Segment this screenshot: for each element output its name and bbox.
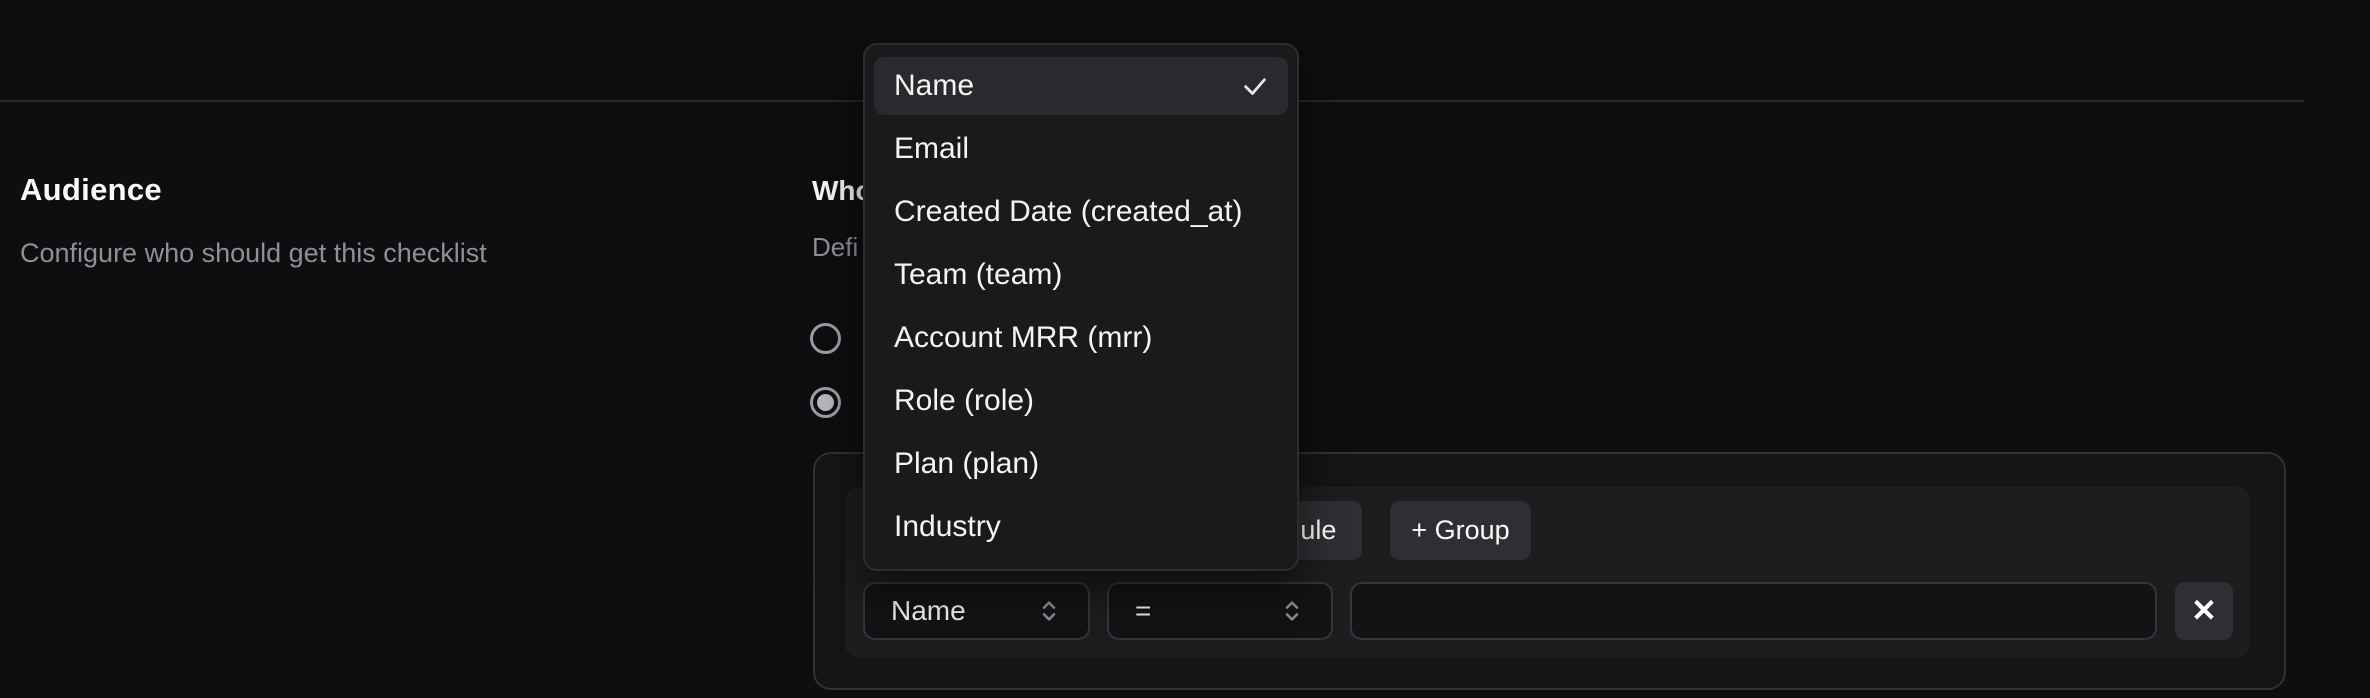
field-dropdown-menu: Name Email Created Date (created_at) Tea… [863,43,1299,571]
remove-rule-button[interactable]: ✕ [2175,582,2233,640]
chevrons-up-down-icon [1034,596,1064,626]
dropdown-item-email[interactable]: Email [874,120,1288,178]
rule-field-select-value: Name [891,595,966,627]
rule-value-input[interactable] [1350,582,2157,640]
dropdown-item-plan[interactable]: Plan (plan) [874,435,1288,493]
dropdown-item-name[interactable]: Name [874,57,1288,115]
audience-option-radio-1[interactable] [810,323,841,354]
audience-form-description: Defi [812,232,858,263]
dropdown-item-team[interactable]: Team (team) [874,246,1288,304]
dropdown-item-created-date[interactable]: Created Date (created_at) [874,183,1288,241]
rule-field-select[interactable]: Name [863,582,1090,640]
rule-operator-select-value: = [1135,595,1151,627]
dropdown-item-account-mrr[interactable]: Account MRR (mrr) [874,309,1288,367]
page: Audience Configure who should get this c… [0,0,2370,698]
dropdown-item-role[interactable]: Role (role) [874,372,1288,430]
page-subtitle: Configure who should get this checklist [20,238,487,269]
add-group-button[interactable]: + Group [1390,501,1531,560]
radio-selected-dot [817,394,834,411]
check-icon [1240,71,1270,101]
dropdown-item-industry[interactable]: Industry [874,498,1288,556]
audience-option-radio-2[interactable] [810,387,841,418]
x-icon: ✕ [2191,593,2217,629]
page-title: Audience [20,172,162,208]
chevrons-up-down-icon [1277,596,1307,626]
rule-operator-select[interactable]: = [1107,582,1333,640]
